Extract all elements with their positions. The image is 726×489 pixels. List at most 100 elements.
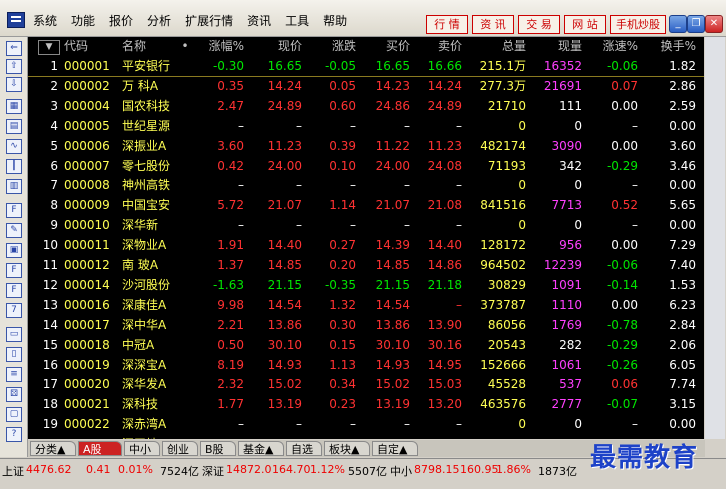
tab-2[interactable]: 中小	[124, 441, 160, 456]
trade-button[interactable]: 交 易	[518, 15, 560, 34]
table-row[interactable]: 10 000011 深物业A 1.91 14.40 0.27 14.39 14.40 12817…	[28, 236, 704, 255]
column-header-2[interactable]: 名称	[122, 37, 188, 56]
column-header-6[interactable]: 涨跌	[304, 37, 356, 56]
back-icon[interactable]: ⇐	[6, 41, 22, 56]
column-header-3[interactable]: •	[180, 37, 190, 56]
help-icon[interactable]: ?	[6, 427, 22, 442]
menu-item-7[interactable]: 帮助	[323, 12, 357, 29]
website-button[interactable]: 网 站	[564, 15, 606, 34]
minimize-icon[interactable]: _	[669, 15, 687, 33]
column-header-1[interactable]: 代码	[64, 37, 120, 56]
grid-icon[interactable]: ▦	[6, 99, 22, 114]
cell-chg_pct: 8.19	[217, 357, 244, 372]
tab-8[interactable]: 自定▲	[372, 441, 418, 456]
cell-cur: 0	[574, 417, 582, 432]
cell-vol: 463576	[480, 397, 526, 412]
table-row[interactable]: 6 000007 零七股份 0.42 24.00 0.10 24.00 24.08 71193 3…	[28, 157, 704, 176]
column-header-12[interactable]: 换手%	[640, 37, 696, 56]
table-row[interactable]: 15 000018 中冠A 0.50 30.10 0.15 30.10 30.16 20543 2…	[28, 336, 704, 355]
f7-icon[interactable]: 7	[6, 303, 22, 318]
cell-name: 国农科技	[122, 98, 171, 113]
table-row[interactable]: 14 000017 深中华A 2.21 13.86 0.30 13.86 13.90 86056…	[28, 316, 704, 335]
cell-price: –	[296, 118, 302, 133]
column-header-10[interactable]: 现量	[528, 37, 582, 56]
close-icon[interactable]: ✕	[705, 15, 723, 33]
cell-code: 000017	[64, 317, 110, 332]
menu-item-4[interactable]: 扩展行情	[185, 12, 243, 29]
table-row[interactable]: 19 000022 深赤湾A – – – – – 0 0 – 0.00	[28, 415, 704, 434]
table-row[interactable]: 12 000014 沙河股份 -1.63 21.15 -0.35 21.15 21.18 308…	[28, 276, 704, 295]
line-chart-icon[interactable]: ∿	[6, 139, 22, 154]
tab-3[interactable]: 创业	[162, 441, 198, 456]
column-header-0[interactable]: ▼	[38, 40, 60, 55]
cell-chg: 1.13	[329, 357, 356, 372]
restore-icon[interactable]: ❐	[687, 15, 705, 33]
cell-speed: 0.00	[611, 98, 638, 113]
column-header-4[interactable]: 涨幅%	[190, 37, 244, 56]
cell-turn: 0.00	[669, 417, 696, 432]
f11-icon[interactable]: F	[6, 263, 22, 278]
f10-icon[interactable]: F	[6, 203, 22, 218]
cell-bid: 14.54	[375, 297, 410, 312]
menu-item-2[interactable]: 报价	[109, 12, 143, 29]
menu-item-0[interactable]: 系统	[33, 12, 67, 29]
window-icon[interactable]: ▢	[6, 407, 22, 422]
table-row[interactable]: 2 000002 万 科A 0.35 14.24 0.05 14.23 14.24 277.3万…	[28, 77, 704, 96]
table-row[interactable]: 7 000008 神州高铁 – – – – – 0 0 – 0.00	[28, 176, 704, 195]
cell-price: 14.85	[267, 258, 302, 272]
up-icon[interactable]: ⇧	[6, 59, 22, 74]
cell-n: 13	[42, 297, 58, 312]
table-row[interactable]: 9 000010 深华新 – – – – – 0 0 – 0.00	[28, 216, 704, 235]
table-row[interactable]: 3 000004 国农科技 2.47 24.89 0.60 24.86 24.89 21710 1…	[28, 97, 704, 116]
cell-chg_pct: 2.47	[217, 98, 244, 113]
table-row[interactable]: 4 000005 世纪星源 – – – – – 0 0 – 0.00	[28, 117, 704, 136]
table-row[interactable]: 16 000019 深深宝A 8.19 14.93 1.13 14.93 14.95 15266…	[28, 356, 704, 375]
bar-icon[interactable]: ▥	[6, 179, 22, 194]
table-row[interactable]: 5 000006 深振业A 3.60 11.23 0.39 11.22 11.23 482174…	[28, 137, 704, 156]
tab-1[interactable]: A股	[78, 441, 122, 456]
news-button[interactable]: 资 讯	[472, 15, 514, 34]
column-header-8[interactable]: 卖价	[412, 37, 462, 56]
calendar-icon[interactable]: ▣	[6, 243, 22, 258]
table-row[interactable]: 11 000012 南 玻A 1.37 14.85 0.20 14.85 14.86 96450…	[28, 256, 704, 275]
menu-item-3[interactable]: 分析	[147, 12, 181, 29]
table-row[interactable]: 1 000001 平安银行 -0.30 16.65 -0.05 16.65 16.66 215.…	[28, 57, 704, 77]
menu-item-6[interactable]: 工具	[285, 12, 319, 29]
mobile-trading-button[interactable]: 手机炒股	[610, 15, 666, 34]
table-row[interactable]: 18 000021 深科技 1.77 13.19 0.23 13.19 13.20 463576…	[28, 395, 704, 414]
folder-icon[interactable]: ▭	[6, 327, 22, 342]
tab-7[interactable]: 板块▲	[324, 441, 370, 456]
f12-icon[interactable]: F	[6, 283, 22, 298]
tab-5[interactable]: 基金▲	[238, 441, 284, 456]
book-icon[interactable]: ▯	[6, 347, 22, 362]
table-row[interactable]: 13 000016 深康佳A 9.98 14.54 1.32 14.54 – 373787 111…	[28, 296, 704, 315]
cell-name: 中冠A	[122, 337, 155, 352]
column-header-7[interactable]: 买价	[358, 37, 410, 56]
cell-bid: 14.39	[375, 238, 410, 253]
tab-4[interactable]: B股	[200, 441, 236, 456]
table-icon[interactable]: ▤	[6, 119, 22, 134]
tab-0[interactable]: 分类▲	[30, 441, 76, 456]
cell-n: 4	[50, 118, 58, 133]
app-menu-icon[interactable]	[7, 12, 25, 28]
cell-price: 14.40	[267, 238, 302, 253]
down-icon[interactable]: ⇩	[6, 77, 22, 92]
notes-icon[interactable]: ✎	[6, 223, 22, 238]
column-header-5[interactable]: 现价	[246, 37, 302, 56]
quote-button[interactable]: 行 情	[426, 15, 468, 34]
cell-chg: -0.35	[324, 277, 356, 292]
dice-icon[interactable]: ⚄	[6, 387, 22, 402]
menu-item-5[interactable]: 资讯	[247, 12, 281, 29]
cell-code: 000002	[64, 78, 110, 93]
tab-6[interactable]: 自选	[286, 441, 322, 456]
column-header-9[interactable]: 总量	[464, 37, 526, 56]
column-header-11[interactable]: 涨速%	[584, 37, 638, 56]
list-icon[interactable]: ≡	[6, 367, 22, 382]
menu-item-1[interactable]: 功能	[71, 12, 105, 29]
cell-name: 平安银行	[122, 59, 171, 73]
table-row[interactable]: 17 000020 深华发A 2.32 15.02 0.34 15.02 15.03 45528…	[28, 375, 704, 394]
table-row[interactable]: 8 000009 中国宝安 5.72 21.07 1.14 21.07 21.08 841516…	[28, 196, 704, 215]
kline-icon[interactable]: ┃	[6, 159, 22, 174]
cell-turn: 1.82	[669, 59, 696, 73]
cell-bid: 26.71	[358, 435, 410, 439]
